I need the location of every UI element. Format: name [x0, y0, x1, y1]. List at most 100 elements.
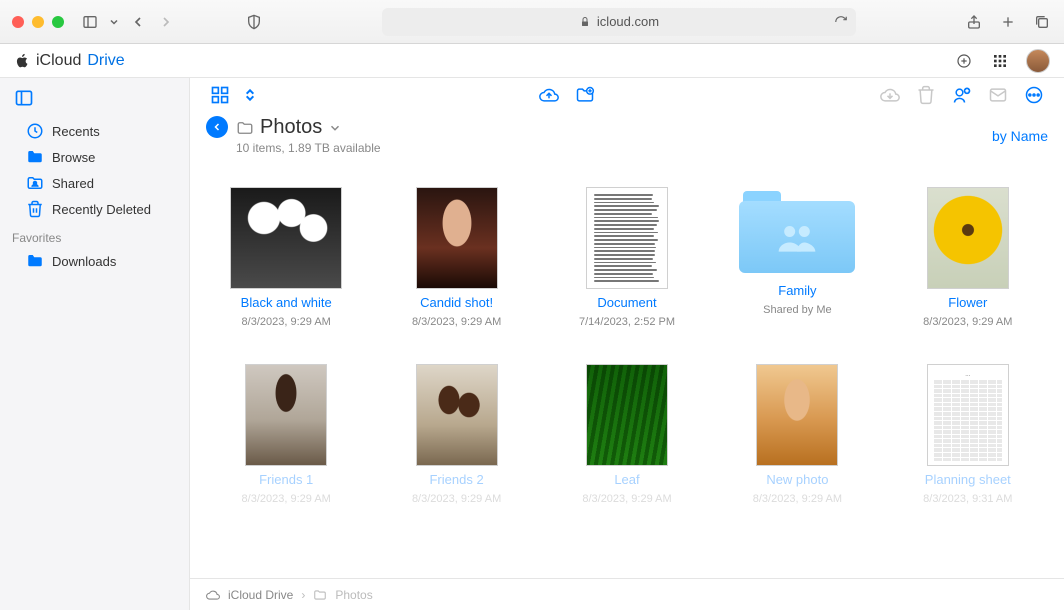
sidebar-item-downloads[interactable]: Downloads: [0, 249, 189, 273]
file-item[interactable]: Friends 1 8/3/2023, 9:29 AM: [206, 364, 366, 505]
address-bar[interactable]: icloud.com: [382, 8, 856, 36]
sidebar-collapse-icon[interactable]: [0, 86, 189, 117]
fullscreen-window-button[interactable]: [52, 16, 64, 28]
delete-button[interactable]: [912, 81, 940, 109]
cloud-icon: [206, 588, 220, 602]
image-thumbnail: [416, 187, 498, 289]
sidebar-item-browse[interactable]: Browse: [0, 145, 189, 169]
file-name: Friends 2: [429, 472, 483, 487]
file-item[interactable]: Friends 28/3/2023, 9:29 AM: [376, 364, 536, 505]
file-name: Candid shot!: [420, 295, 493, 310]
breadcrumb-current[interactable]: Photos: [335, 588, 372, 602]
clock-icon: [26, 122, 44, 140]
file-meta: 8/3/2023, 9:31 AM: [923, 493, 1012, 505]
file-name: Friends 1: [259, 472, 313, 487]
collaborate-button[interactable]: [948, 81, 976, 109]
sidebar-item-label: Shared: [52, 176, 94, 191]
new-folder-button[interactable]: [571, 81, 599, 109]
breadcrumb-separator: ›: [301, 588, 305, 602]
file-name: New photo: [766, 472, 828, 487]
sidebar-toggle-icon[interactable]: [80, 12, 100, 32]
new-tab-icon[interactable]: [998, 12, 1018, 32]
view-options-button[interactable]: [242, 81, 258, 109]
shared-folder-icon: [26, 174, 44, 192]
sidebar: Recents Browse Shared Recently Deleted F…: [0, 78, 190, 610]
shield-icon[interactable]: [244, 12, 264, 32]
more-button[interactable]: [1020, 81, 1048, 109]
file-name: Planning sheet: [925, 472, 1011, 487]
browser-toolbar: icloud.com: [0, 0, 1064, 44]
image-thumbnail: [927, 187, 1009, 289]
user-avatar[interactable]: [1026, 49, 1050, 73]
breadcrumb: iCloud Drive › Photos: [190, 578, 1064, 610]
file-item[interactable]: Candid shot! 8/3/2023, 9:29 AM: [376, 187, 536, 328]
file-name: Leaf: [614, 472, 639, 487]
minimize-window-button[interactable]: [32, 16, 44, 28]
file-meta: 8/3/2023, 9:29 AM: [412, 316, 501, 328]
file-item[interactable]: New photo 8/3/2023, 9:29 AM: [717, 364, 877, 505]
file-item[interactable]: Leaf 8/3/2023, 9:29 AM: [547, 364, 707, 505]
tabs-icon[interactable]: [1032, 12, 1052, 32]
file-item[interactable]: Document 7/14/2023, 2:52 PM: [547, 187, 707, 328]
chevron-down-icon[interactable]: [328, 121, 342, 135]
email-button[interactable]: [984, 81, 1012, 109]
chevron-down-icon[interactable]: [108, 12, 120, 32]
add-icon[interactable]: [954, 51, 974, 71]
download-button[interactable]: [876, 81, 904, 109]
folder-icon: [26, 252, 44, 270]
apple-logo-icon: [14, 53, 30, 69]
breadcrumb-root[interactable]: iCloud Drive: [228, 588, 293, 602]
content-toolbar: [190, 78, 1064, 112]
file-item[interactable]: Black and white8/3/2023, 9:29 AM: [206, 187, 366, 328]
sort-button[interactable]: by Name: [992, 128, 1048, 144]
image-thumbnail: [416, 364, 498, 466]
folder-icon: [313, 588, 327, 602]
close-window-button[interactable]: [12, 16, 24, 28]
spreadsheet-thumbnail: ···: [927, 364, 1009, 466]
share-icon[interactable]: [964, 12, 984, 32]
back-button[interactable]: [128, 12, 148, 32]
folder-subtitle: 10 items, 1.89 TB available: [236, 141, 381, 155]
apps-grid-icon[interactable]: [990, 51, 1010, 71]
file-meta: 8/3/2023, 9:29 AM: [582, 493, 671, 505]
file-item[interactable]: Family Shared by Me: [717, 187, 877, 328]
image-thumbnail: [756, 364, 838, 466]
location-header: Photos 10 items, 1.89 TB available by Na…: [190, 112, 1064, 165]
image-thumbnail: [245, 364, 327, 466]
file-meta: 8/3/2023, 9:29 AM: [923, 316, 1012, 328]
sidebar-item-shared[interactable]: Shared: [0, 171, 189, 195]
upload-button[interactable]: [535, 81, 563, 109]
folder-thumbnail: [737, 187, 857, 277]
file-meta: 8/3/2023, 9:29 AM: [242, 493, 331, 505]
window-controls: [12, 16, 64, 28]
trash-icon: [26, 200, 44, 218]
folder-icon: [26, 148, 44, 166]
file-name: Family: [778, 283, 816, 298]
file-meta: 8/3/2023, 9:29 AM: [753, 493, 842, 505]
sidebar-item-label: Browse: [52, 150, 95, 165]
view-grid-button[interactable]: [206, 81, 234, 109]
file-item[interactable]: Flower 8/3/2023, 9:29 AM: [888, 187, 1048, 328]
brand[interactable]: iCloud Drive: [14, 52, 125, 70]
sidebar-item-recents[interactable]: Recents: [0, 119, 189, 143]
lock-icon: [579, 16, 591, 28]
file-meta: Shared by Me: [763, 304, 831, 316]
app-header: iCloud Drive: [0, 44, 1064, 78]
brand-name: iCloud: [36, 52, 81, 70]
folder-title: Photos: [260, 116, 322, 139]
brand-product: Drive: [87, 52, 124, 70]
sidebar-item-label: Recents: [52, 124, 100, 139]
sidebar-item-recently-deleted[interactable]: Recently Deleted: [0, 197, 189, 221]
file-item[interactable]: ··· Planning sheet 8/3/2023, 9:31 AM: [888, 364, 1048, 505]
url-text: icloud.com: [597, 14, 659, 29]
image-thumbnail: [586, 364, 668, 466]
content-area: Photos 10 items, 1.89 TB available by Na…: [190, 78, 1064, 610]
file-meta: 7/14/2023, 2:52 PM: [579, 316, 675, 328]
back-nav-button[interactable]: [206, 116, 228, 138]
file-meta: 8/3/2023, 9:29 AM: [242, 316, 331, 328]
forward-button[interactable]: [156, 12, 176, 32]
file-name: Document: [597, 295, 656, 310]
file-name: Flower: [948, 295, 987, 310]
reload-icon[interactable]: [834, 15, 848, 29]
sidebar-item-label: Downloads: [52, 254, 116, 269]
